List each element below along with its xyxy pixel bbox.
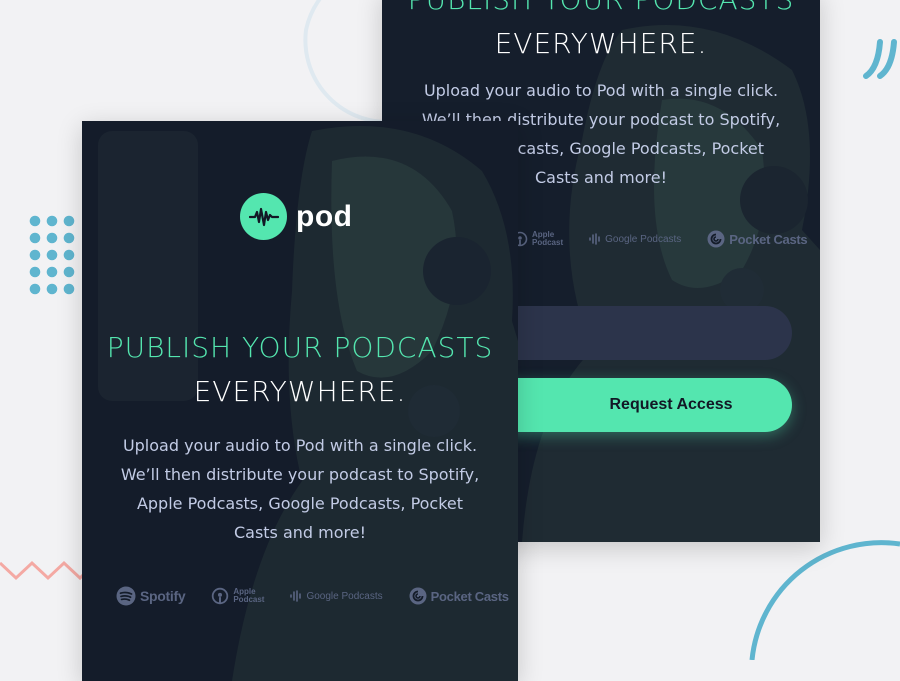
spotify-icon [116, 586, 136, 606]
brand-logo: pod [240, 193, 352, 240]
back-google-podcasts-logo: Google Podcasts [589, 233, 681, 245]
apple-podcast-icon [212, 587, 229, 605]
zigzag-decoration [0, 560, 90, 581]
apple-label-bottom: Podcast [233, 595, 265, 604]
arc-decoration [749, 540, 900, 660]
pocket-casts-icon [707, 230, 725, 248]
google-label: Google Podcasts [306, 590, 383, 602]
quote-marks-decoration [863, 39, 897, 79]
back-apple-podcast-logo: Apple Podcast [512, 231, 563, 247]
brand-name: pod [296, 199, 353, 233]
spotify-label: Spotify [140, 588, 186, 604]
description-line: Upload your audio to Pod with a single c… [122, 436, 478, 455]
google-podcasts-logo: Google Podcasts [290, 590, 383, 602]
pocket-label: Pocket Casts [430, 588, 509, 604]
description-line: We’ll then distribute your podcast to Sp… [120, 465, 480, 484]
headline-main: EVERYWHERE. [193, 375, 407, 408]
back-headline-main: EVERYWHERE. [494, 27, 708, 60]
waveform-icon [240, 193, 287, 240]
back-platform-logos: Apple Podcast Google Podcasts Pocket Cast… [512, 230, 808, 248]
back-description-line: Upload your audio to Pod with a single c… [423, 81, 779, 100]
google-label: Google Podcasts [605, 233, 682, 245]
pocket-casts-logo: Pocket Casts [409, 587, 509, 605]
platform-logos: Spotify Apple Podcast Google Podcasts Poc… [116, 586, 509, 606]
pocket-label: Pocket Casts [729, 231, 808, 247]
spotify-logo: Spotify [116, 586, 186, 606]
description-line: Casts and more! [233, 523, 367, 542]
dotted-grid-decoration [29, 215, 75, 295]
google-podcasts-icon [290, 590, 302, 602]
back-pocket-casts-logo: Pocket Casts [707, 230, 808, 248]
apple-podcast-logo: Apple Podcast [211, 587, 264, 605]
description-line: Apple Podcasts, Google Podcasts, Pocket [136, 494, 464, 513]
pocket-casts-icon [409, 587, 427, 605]
back-headline: PUBLISH YOUR PODCASTS EVERYWHERE. [382, 0, 820, 66]
google-podcasts-icon [589, 233, 600, 245]
apple-label-bottom: Podcast [532, 238, 564, 247]
headline-accent: PUBLISH YOUR PODCASTS [106, 331, 494, 364]
page-headline: PUBLISH YOUR PODCASTS EVERYWHERE. [82, 326, 518, 414]
mobile-preview-card: pod PUBLISH YOUR PODCASTS EVERYWHERE. Up… [82, 121, 518, 681]
hero-description: Upload your audio to Pod with a single c… [82, 431, 518, 547]
back-headline-accent: PUBLISH YOUR PODCASTS [382, 0, 820, 22]
